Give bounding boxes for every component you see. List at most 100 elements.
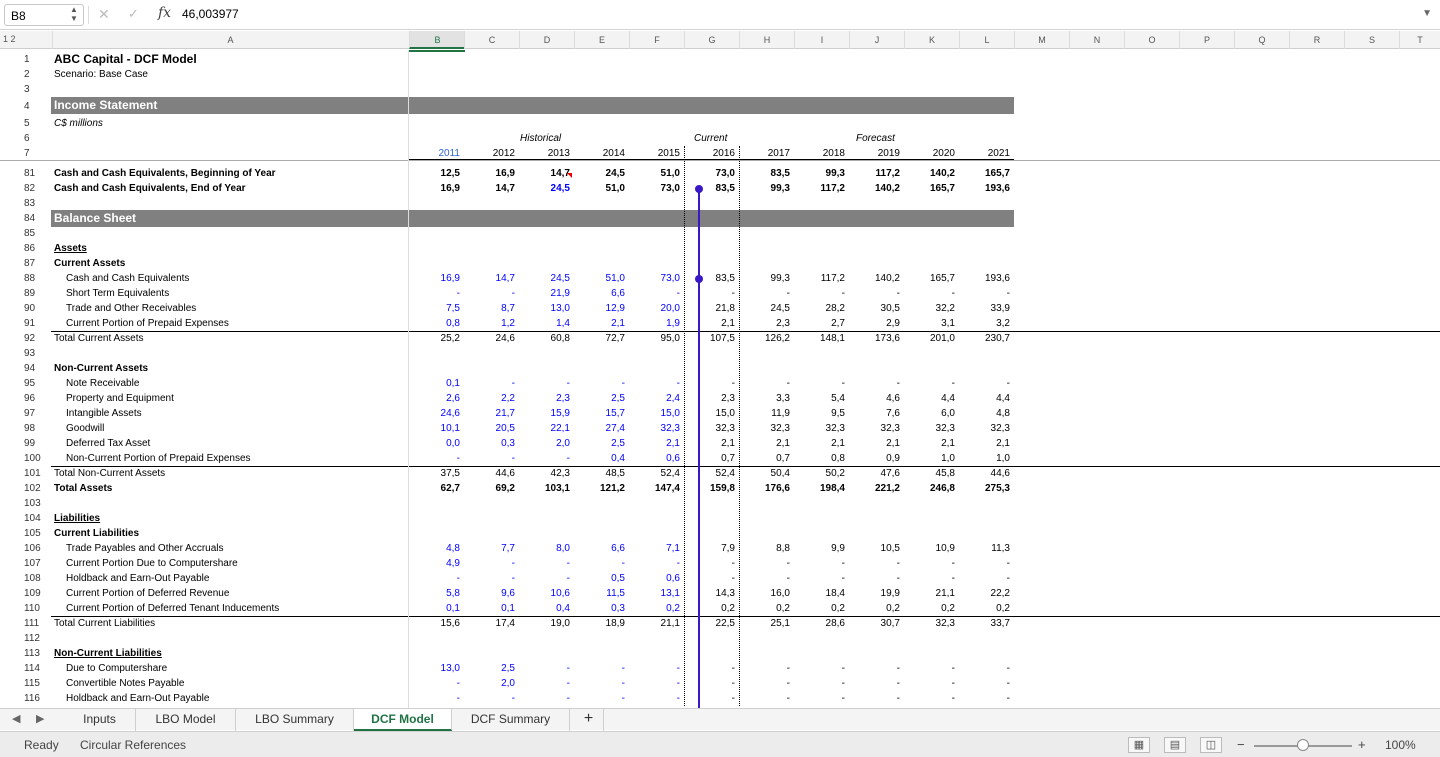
value-cell[interactable]: -: [850, 676, 900, 691]
value-cell[interactable]: 0,2: [795, 601, 845, 616]
row-number[interactable]: 84: [24, 211, 50, 226]
value-cell[interactable]: 37,5: [410, 466, 460, 481]
column-header-j[interactable]: J: [849, 31, 904, 49]
value-cell[interactable]: 2,3: [520, 391, 570, 406]
value-cell[interactable]: 2,1: [685, 316, 735, 331]
value-cell[interactable]: 6,6: [575, 286, 625, 301]
value-cell[interactable]: 0,2: [850, 601, 900, 616]
value-cell[interactable]: 0,1: [410, 601, 460, 616]
value-cell[interactable]: 12,5: [410, 166, 460, 181]
row-number[interactable]: 81: [24, 166, 50, 181]
value-cell[interactable]: -: [575, 661, 625, 676]
value-cell[interactable]: 9,9: [795, 541, 845, 556]
value-cell[interactable]: 11,3: [960, 541, 1010, 556]
value-cell[interactable]: 2,1: [685, 436, 735, 451]
value-cell[interactable]: -: [960, 376, 1010, 391]
value-cell[interactable]: 2,1: [960, 436, 1010, 451]
row-number[interactable]: 115: [24, 676, 50, 691]
value-cell[interactable]: 50,2: [795, 466, 845, 481]
value-cell[interactable]: 69,2: [465, 481, 515, 496]
value-cell[interactable]: -: [960, 676, 1010, 691]
value-cell[interactable]: 33,7: [960, 616, 1010, 631]
column-header-c[interactable]: C: [464, 31, 519, 49]
value-cell[interactable]: -: [960, 691, 1010, 706]
row-number[interactable]: 1: [24, 52, 50, 67]
value-cell[interactable]: 44,6: [465, 466, 515, 481]
value-cell[interactable]: 201,0: [905, 331, 955, 346]
value-cell[interactable]: 95,0: [630, 331, 680, 346]
value-cell[interactable]: 99,3: [740, 181, 790, 196]
sheet-tab-dcf-model[interactable]: DCF Model: [354, 709, 452, 731]
value-cell[interactable]: -: [575, 676, 625, 691]
value-cell[interactable]: 15,7: [575, 406, 625, 421]
value-cell[interactable]: 32,3: [740, 421, 790, 436]
value-cell[interactable]: 8,8: [740, 541, 790, 556]
value-cell[interactable]: 19,0: [520, 616, 570, 631]
value-cell[interactable]: 20,0: [630, 301, 680, 316]
value-cell[interactable]: -: [795, 676, 845, 691]
value-cell[interactable]: 24,6: [465, 331, 515, 346]
value-cell[interactable]: -: [905, 571, 955, 586]
row-number[interactable]: 109: [24, 586, 50, 601]
value-cell[interactable]: 7,9: [685, 541, 735, 556]
column-header-q[interactable]: Q: [1234, 31, 1289, 49]
value-cell[interactable]: 28,2: [795, 301, 845, 316]
value-cell[interactable]: 198,4: [795, 481, 845, 496]
value-cell[interactable]: 48,5: [575, 466, 625, 481]
row-number[interactable]: 93: [24, 346, 50, 361]
value-cell[interactable]: 52,4: [630, 466, 680, 481]
value-cell[interactable]: -: [740, 571, 790, 586]
value-cell[interactable]: 107,5: [685, 331, 735, 346]
value-cell[interactable]: 30,7: [850, 616, 900, 631]
value-cell[interactable]: 16,9: [465, 166, 515, 181]
value-cell[interactable]: -: [740, 376, 790, 391]
value-cell[interactable]: -: [960, 571, 1010, 586]
value-cell[interactable]: 0,7: [740, 451, 790, 466]
value-cell[interactable]: 2,0: [520, 436, 570, 451]
value-cell[interactable]: 3,3: [740, 391, 790, 406]
value-cell[interactable]: -: [795, 376, 845, 391]
value-cell[interactable]: 117,2: [850, 166, 900, 181]
value-cell[interactable]: 0,4: [575, 451, 625, 466]
value-cell[interactable]: 15,6: [410, 616, 460, 631]
value-cell[interactable]: 10,9: [905, 541, 955, 556]
value-cell[interactable]: 2,1: [630, 436, 680, 451]
value-cell[interactable]: -: [795, 691, 845, 706]
value-cell[interactable]: -: [850, 286, 900, 301]
value-cell[interactable]: 2,1: [740, 436, 790, 451]
value-cell[interactable]: 73,0: [630, 181, 680, 196]
value-cell[interactable]: 10,5: [850, 541, 900, 556]
add-sheet-button[interactable]: +: [574, 709, 604, 731]
value-cell[interactable]: 32,3: [905, 616, 955, 631]
value-cell[interactable]: -: [685, 691, 735, 706]
value-cell[interactable]: 6,6: [575, 541, 625, 556]
value-cell[interactable]: -: [850, 376, 900, 391]
value-cell[interactable]: 62,7: [410, 481, 460, 496]
cancel-icon[interactable]: ✕: [98, 6, 110, 23]
value-cell[interactable]: 8,7: [465, 301, 515, 316]
value-cell[interactable]: 32,3: [960, 421, 1010, 436]
column-header-i[interactable]: I: [794, 31, 849, 49]
value-cell[interactable]: 117,2: [795, 271, 845, 286]
value-cell[interactable]: -: [850, 556, 900, 571]
value-cell[interactable]: 21,1: [905, 586, 955, 601]
value-cell[interactable]: -: [630, 661, 680, 676]
sheet-tab-lbo-summary[interactable]: LBO Summary: [236, 709, 354, 731]
value-cell[interactable]: 193,6: [960, 271, 1010, 286]
value-cell[interactable]: -: [740, 286, 790, 301]
row-number[interactable]: 98: [24, 421, 50, 436]
row-number[interactable]: 2: [24, 67, 50, 82]
value-cell[interactable]: 0,8: [410, 316, 460, 331]
value-cell[interactable]: 99,3: [740, 271, 790, 286]
value-cell[interactable]: -: [465, 691, 515, 706]
value-cell[interactable]: -: [740, 691, 790, 706]
value-cell[interactable]: 83,5: [685, 271, 735, 286]
value-cell[interactable]: 24,6: [410, 406, 460, 421]
row-number[interactable]: 90: [24, 301, 50, 316]
value-cell[interactable]: 15,9: [520, 406, 570, 421]
value-cell[interactable]: 4,8: [960, 406, 1010, 421]
value-cell[interactable]: -: [520, 691, 570, 706]
row-number[interactable]: 6: [24, 131, 50, 146]
value-cell[interactable]: -: [410, 451, 460, 466]
row-number[interactable]: 102: [24, 481, 50, 496]
